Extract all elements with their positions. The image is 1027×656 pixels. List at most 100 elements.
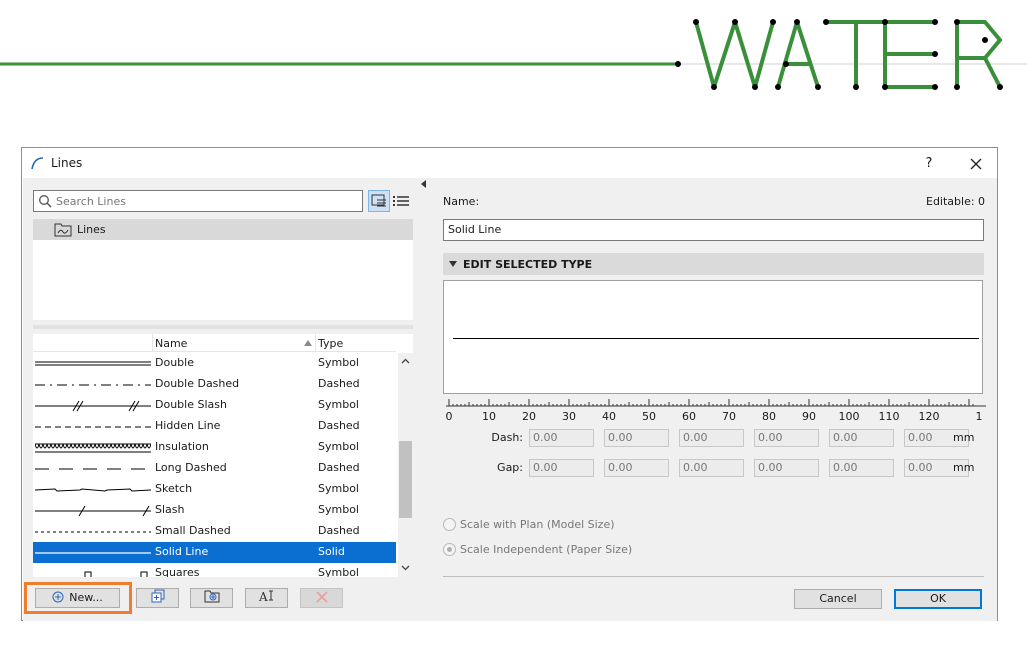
scale-with-plan-label: Scale with Plan (Model Size) bbox=[460, 518, 615, 531]
folder-view-button[interactable] bbox=[368, 190, 390, 212]
name-field[interactable]: Solid Line bbox=[443, 219, 984, 241]
row-type: Symbol bbox=[318, 503, 359, 516]
scale-with-plan-radio[interactable] bbox=[443, 518, 456, 531]
list-row[interactable]: Double Symbol bbox=[33, 353, 396, 374]
scroll-up-icon[interactable] bbox=[401, 357, 410, 366]
row-type: Symbol bbox=[318, 482, 359, 495]
search-box[interactable] bbox=[33, 190, 363, 212]
ruler-tick-label: 60 bbox=[682, 410, 696, 423]
duplicate-button[interactable] bbox=[136, 588, 179, 608]
line-preview-icon bbox=[35, 400, 151, 412]
row-name: Double bbox=[155, 356, 194, 369]
row-name: Double Slash bbox=[155, 398, 227, 411]
import-button[interactable] bbox=[190, 588, 233, 608]
new-button[interactable]: New... bbox=[35, 588, 120, 608]
ruler-tick-label: 10 bbox=[482, 410, 496, 423]
dash-field[interactable]: 0.00 bbox=[529, 429, 594, 447]
list-row[interactable]: Double Dashed Dashed bbox=[33, 374, 396, 395]
ruler-tick-label: 80 bbox=[762, 410, 776, 423]
row-name: Small Dashed bbox=[155, 524, 231, 537]
tree-item-label: Lines bbox=[77, 223, 106, 236]
folder-add-icon bbox=[204, 590, 219, 603]
row-name: Hidden Line bbox=[155, 419, 221, 432]
gap-field[interactable]: 0.00 bbox=[829, 459, 894, 477]
dash-field[interactable]: 0.00 bbox=[679, 429, 744, 447]
column-header-type[interactable]: Type bbox=[318, 337, 343, 350]
help-button[interactable]: ? bbox=[919, 154, 939, 174]
ok-button[interactable]: OK bbox=[894, 589, 982, 609]
dash-field[interactable]: 0.00 bbox=[829, 429, 894, 447]
editable-count: Editable: 0 bbox=[926, 195, 986, 208]
gap-field[interactable]: 0.00 bbox=[604, 459, 669, 477]
collapse-left-icon[interactable] bbox=[421, 180, 426, 188]
line-preview-icon bbox=[35, 468, 151, 470]
ruler-tick-label: 100 bbox=[839, 410, 860, 423]
gap-field[interactable]: 0.00 bbox=[679, 459, 744, 477]
pane-divider[interactable] bbox=[33, 325, 413, 329]
row-name: Long Dashed bbox=[155, 461, 227, 474]
row-name: Squares bbox=[155, 566, 200, 577]
preview-line bbox=[453, 338, 979, 339]
line-preview-icon bbox=[35, 443, 151, 453]
ruler: 0 10 20 30 40 50 60 70 80 90 100 110 120 1 bbox=[446, 399, 986, 423]
ruler-tick-label: 1 bbox=[976, 410, 983, 423]
svg-text:A: A bbox=[258, 590, 268, 603]
ruler-tick-label: 90 bbox=[802, 410, 816, 423]
water-banner bbox=[0, 19, 1027, 90]
ruler-tick-label: 70 bbox=[722, 410, 736, 423]
dash-field[interactable]: 0.00 bbox=[604, 429, 669, 447]
list-row[interactable]: Hidden Line Dashed bbox=[33, 416, 396, 437]
pane-splitter[interactable] bbox=[420, 178, 428, 621]
scroll-thumb[interactable] bbox=[399, 441, 412, 518]
line-preview-icon bbox=[35, 505, 151, 517]
edit-section-header[interactable]: EDIT SELECTED TYPE bbox=[443, 253, 984, 275]
rename-button[interactable]: A bbox=[245, 588, 288, 608]
scale-independent-label: Scale Independent (Paper Size) bbox=[460, 543, 633, 556]
right-pane: Name: Editable: 0 Solid Line EDIT SELECT… bbox=[428, 178, 997, 621]
new-button-label: New... bbox=[69, 591, 103, 604]
column-header-name[interactable]: Name bbox=[155, 337, 187, 350]
row-type: Dashed bbox=[318, 524, 360, 537]
row-type: Symbol bbox=[318, 440, 359, 453]
ruler-tick-label: 0 bbox=[446, 410, 453, 423]
lines-dialog: Lines ? Search Lines Lines Name Type Dou… bbox=[21, 147, 998, 621]
close-icon[interactable] bbox=[964, 152, 988, 176]
title-bar[interactable]: Lines ? bbox=[22, 148, 997, 178]
gap-field[interactable]: 0.00 bbox=[529, 459, 594, 477]
folder-tree: Lines bbox=[33, 219, 413, 320]
ruler-tick-label: 120 bbox=[919, 410, 940, 423]
delete-button[interactable] bbox=[300, 588, 343, 608]
list-row[interactable]: Squares Symbol bbox=[33, 563, 396, 577]
row-name: Sketch bbox=[155, 482, 193, 495]
list-row[interactable]: Long Dashed Dashed bbox=[33, 458, 396, 479]
row-type: Dashed bbox=[318, 419, 360, 432]
dash-field[interactable]: 0.00 bbox=[754, 429, 819, 447]
line-preview-icon bbox=[35, 361, 151, 366]
gap-field[interactable]: 0.00 bbox=[754, 459, 819, 477]
cancel-button[interactable]: Cancel bbox=[794, 589, 882, 609]
list-scrollbar[interactable] bbox=[398, 353, 413, 577]
list-row[interactable]: Solid Line Solid bbox=[33, 542, 396, 563]
tree-item-lines[interactable]: Lines bbox=[33, 219, 413, 240]
list-row[interactable]: Small Dashed Dashed bbox=[33, 521, 396, 542]
rename-icon: A bbox=[258, 590, 273, 604]
scroll-down-icon[interactable] bbox=[401, 563, 410, 572]
dash-unit: mm bbox=[953, 431, 975, 444]
list-row[interactable]: Double Slash Symbol bbox=[33, 395, 396, 416]
search-input[interactable] bbox=[54, 191, 354, 211]
line-preview-icon bbox=[35, 384, 151, 386]
gap-label: Gap: bbox=[497, 461, 523, 474]
list-row[interactable]: Insulation Symbol bbox=[33, 437, 396, 458]
list-rows: Double Symbol Double Dashed Dashed Double Sl… bbox=[33, 353, 396, 577]
list-row[interactable]: Slash Symbol bbox=[33, 500, 396, 521]
scale-independent-radio[interactable] bbox=[443, 543, 456, 556]
line-preview-icon bbox=[84, 571, 148, 577]
list-view-icon[interactable] bbox=[392, 192, 410, 210]
ruler-tick-label: 50 bbox=[642, 410, 656, 423]
list-row[interactable]: Sketch Symbol bbox=[33, 479, 396, 500]
line-preview-icon bbox=[35, 552, 151, 554]
ruler-tick-label: 30 bbox=[562, 410, 576, 423]
line-preview-icon bbox=[35, 426, 151, 428]
line-preview bbox=[443, 280, 983, 394]
edit-section-title: EDIT SELECTED TYPE bbox=[463, 258, 593, 271]
